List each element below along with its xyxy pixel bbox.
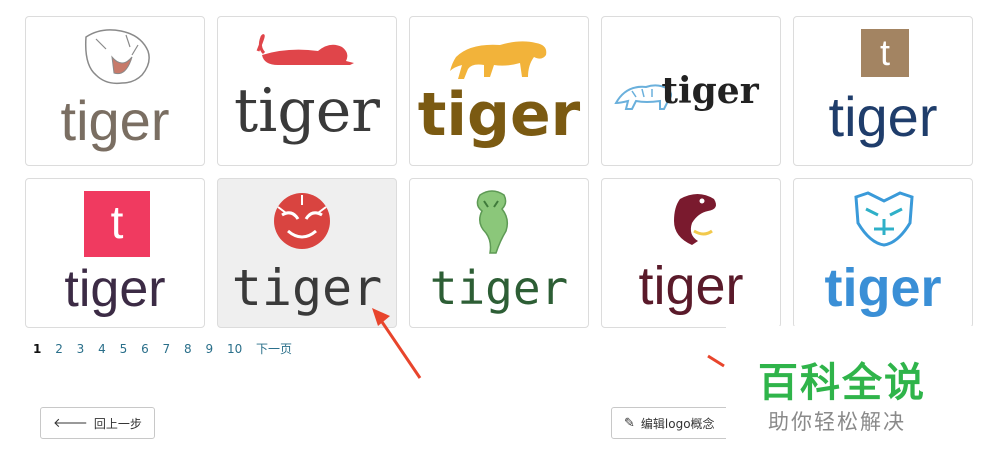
back-button-label: 回上一步: [93, 416, 142, 431]
logo-option-6[interactable]: t tiger: [25, 178, 205, 328]
logo-option-5[interactable]: t tiger: [793, 16, 973, 166]
page-link-4[interactable]: 4: [98, 342, 106, 356]
watermark: 百科全说 助你轻松解决: [726, 326, 1000, 473]
watermark-subtitle: 助你轻松解决: [768, 410, 906, 434]
page-link-10[interactable]: 10: [227, 342, 242, 356]
logo-wordmark: tiger: [828, 85, 938, 148]
logo-wordmark: tiger: [824, 258, 942, 318]
logo-badge-letter: t: [110, 196, 124, 248]
pagination: 1 2 3 4 5 6 7 8 9 10 下一页: [33, 340, 302, 357]
logo-wordmark: tiger: [64, 260, 166, 318]
logo-option-10[interactable]: tiger: [793, 178, 973, 328]
page-link-1[interactable]: 1: [33, 342, 41, 356]
arrow-left-icon: 🡐: [53, 416, 88, 431]
edit-logo-concept-label: 编辑logo概念: [640, 416, 715, 431]
logo-option-3[interactable]: tiger: [409, 16, 589, 166]
logo-wordmark: tiger: [638, 256, 744, 316]
edit-logo-concept-button[interactable]: ✎ 编辑logo概念: [611, 407, 731, 439]
logo-wordmark: tiger: [234, 76, 380, 146]
logo-wordmark: tiger: [417, 80, 581, 150]
logo-option-4[interactable]: tiger: [601, 16, 781, 166]
logo-option-1[interactable]: tiger: [25, 16, 205, 166]
back-button[interactable]: 🡐 回上一步: [40, 407, 155, 439]
logo-wordmark: tiger: [60, 89, 170, 152]
page-link-7[interactable]: 7: [163, 342, 171, 356]
logo-option-9[interactable]: tiger: [601, 178, 781, 328]
next-page-link[interactable]: 下一页: [256, 340, 292, 357]
page-link-5[interactable]: 5: [120, 342, 128, 356]
logo-option-2[interactable]: tiger: [217, 16, 397, 166]
pencil-icon: ✎: [624, 415, 635, 431]
logo-wordmark: tiger: [661, 70, 759, 112]
annotation-arrow-fragment-icon: [707, 354, 725, 368]
page-link-6[interactable]: 6: [141, 342, 149, 356]
annotation-arrow-icon: [372, 308, 422, 379]
page-link-9[interactable]: 9: [205, 342, 213, 356]
logo-badge-letter: t: [879, 32, 890, 73]
page-link-3[interactable]: 3: [77, 342, 85, 356]
page-link-2[interactable]: 2: [55, 342, 63, 356]
watermark-title: 百科全说: [758, 360, 926, 406]
page-link-8[interactable]: 8: [184, 342, 192, 356]
